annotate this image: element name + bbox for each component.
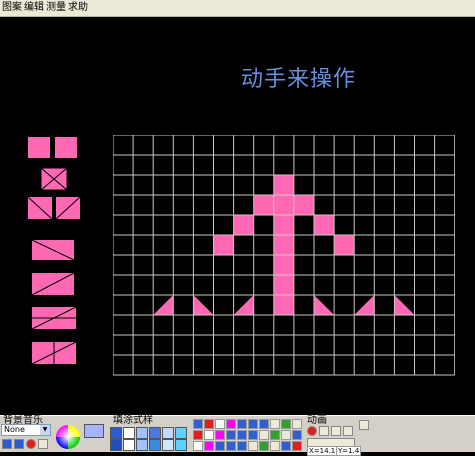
chevron-down-icon: ▼ <box>40 425 50 435</box>
play-button[interactable] <box>2 439 12 449</box>
fill-style-swatch[interactable] <box>175 427 187 439</box>
fill-style-swatch[interactable] <box>162 427 174 439</box>
diagonal-rect-icon[interactable] <box>31 272 75 296</box>
pen-icon[interactable] <box>38 439 48 449</box>
tool-button[interactable] <box>270 419 280 429</box>
shape-palette <box>27 137 81 365</box>
tool-button[interactable] <box>270 430 280 440</box>
filled-cell <box>273 275 294 295</box>
tool-button[interactable] <box>237 441 247 451</box>
music-select[interactable]: None ▼ <box>1 424 51 436</box>
tool-button[interactable] <box>248 430 258 440</box>
triangle-cell <box>314 295 335 315</box>
coord-y-readout: Y=1.4 <box>336 446 362 456</box>
anim-record-button[interactable] <box>307 426 317 436</box>
tool-button[interactable] <box>292 430 302 440</box>
filled-cell <box>273 295 294 315</box>
filled-cell <box>213 235 234 255</box>
filled-cell <box>293 195 314 215</box>
fill-style-swatch[interactable] <box>123 427 135 439</box>
tool-button[interactable] <box>204 419 214 429</box>
tool-button[interactable] <box>193 441 203 451</box>
two-squares-icon[interactable] <box>28 137 77 158</box>
fill-style-swatch[interactable] <box>110 427 122 439</box>
tool-button[interactable] <box>193 430 203 440</box>
filled-cell <box>314 215 335 235</box>
tool-button[interactable] <box>204 441 214 451</box>
fill-style-swatch[interactable] <box>136 427 148 439</box>
tool-button[interactable] <box>226 441 236 451</box>
anim-play-button[interactable] <box>319 426 329 436</box>
tool-button[interactable] <box>215 419 225 429</box>
drawing-grid[interactable] <box>113 135 455 377</box>
tool-button[interactable] <box>292 441 302 451</box>
tool-button[interactable] <box>248 419 258 429</box>
anim-step-button[interactable] <box>331 426 341 436</box>
tool-button[interactable] <box>237 419 247 429</box>
tool-button[interactable] <box>215 441 225 451</box>
tool-button[interactable] <box>226 419 236 429</box>
tool-button[interactable] <box>215 430 225 440</box>
filled-cell <box>233 215 254 235</box>
fill-style-swatch[interactable] <box>175 439 187 451</box>
fill-style-swatch[interactable] <box>123 439 135 451</box>
tool-button[interactable] <box>259 419 269 429</box>
tool-button[interactable] <box>193 419 203 429</box>
split-square-icon[interactable] <box>27 196 81 220</box>
triangle-cell <box>394 295 415 315</box>
tool-button[interactable] <box>259 430 269 440</box>
tool-button[interactable] <box>226 430 236 440</box>
triangle-cell <box>233 295 254 315</box>
split-rect-icon[interactable] <box>31 341 77 365</box>
filled-cell <box>273 235 294 255</box>
tool-button[interactable] <box>248 441 258 451</box>
tool-button[interactable] <box>281 430 291 440</box>
x-square-icon[interactable] <box>40 167 68 191</box>
triangle-cell <box>153 295 174 315</box>
fill-style-label: 填涂式样 <box>113 415 153 426</box>
fill-style-swatch[interactable] <box>149 439 161 451</box>
tool-button[interactable] <box>270 441 280 451</box>
filled-cell <box>273 175 294 195</box>
tool-button[interactable] <box>281 419 291 429</box>
filled-cell <box>273 255 294 275</box>
fill-style-swatch[interactable] <box>110 439 122 451</box>
tool-button[interactable] <box>281 441 291 451</box>
split-rect-icon[interactable] <box>31 306 77 330</box>
filled-cell <box>334 235 355 255</box>
tool-button[interactable] <box>292 419 302 429</box>
tool-button[interactable] <box>237 430 247 440</box>
color-swatch[interactable] <box>84 424 104 438</box>
coord-x-readout: X=14.1 <box>307 446 338 456</box>
music-select-value: None <box>4 425 25 434</box>
diagonal-rect-icon[interactable] <box>31 239 75 261</box>
anim-stop-button[interactable] <box>343 426 353 436</box>
anim-extra-button[interactable] <box>359 420 369 430</box>
stop-button[interactable] <box>14 439 24 449</box>
triangle-cell <box>354 295 375 315</box>
fill-style-swatch[interactable] <box>136 439 148 451</box>
canvas-title: 动手来操作 <box>241 67 357 92</box>
triangle-cell <box>193 295 214 315</box>
fill-style-swatch[interactable] <box>149 427 161 439</box>
fill-style-swatch[interactable] <box>162 439 174 451</box>
tool-button[interactable] <box>204 430 214 440</box>
record-button[interactable] <box>26 439 36 449</box>
color-wheel-icon[interactable] <box>55 424 81 450</box>
filled-cell <box>253 195 274 215</box>
filled-cell <box>273 195 294 215</box>
tool-button[interactable] <box>259 441 269 451</box>
filled-cell <box>273 215 294 235</box>
